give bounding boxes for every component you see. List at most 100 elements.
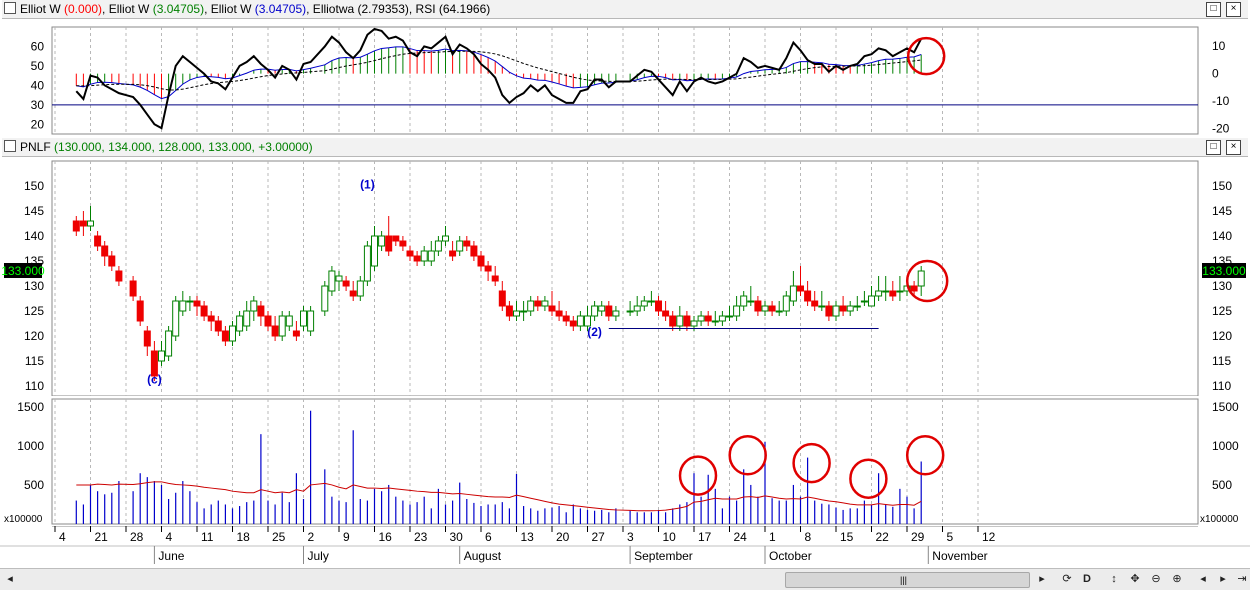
osc-right-tick: 10 [1212, 39, 1226, 53]
candle-body [747, 300, 755, 303]
candle-body [371, 235, 378, 267]
scroll-right-icon[interactable]: ▸ [1036, 571, 1048, 587]
candle-body [399, 240, 407, 247]
rsi-left-tick: 20 [31, 117, 45, 131]
candle-body [655, 300, 662, 312]
candle-body [605, 305, 613, 317]
osc-right-tick: 0 [1212, 67, 1219, 81]
candle-body [591, 305, 599, 317]
maximize-icon[interactable]: □ [1206, 2, 1221, 17]
candle-body [477, 255, 485, 267]
candle-body [527, 300, 535, 312]
candle-body [775, 310, 783, 313]
candle-body [697, 315, 705, 322]
osc-right-tick: -10 [1212, 94, 1230, 108]
price-right-tick: 125 [1212, 304, 1232, 318]
candle-body [548, 305, 556, 312]
day-label: 30 [450, 530, 464, 544]
candle-body [143, 330, 151, 347]
rsi-title-part: Elliot W [20, 2, 65, 16]
price-panel: PNLF (130.000, 134.000, 128.000, 133.000… [0, 138, 1250, 396]
axis-bg [0, 526, 1250, 568]
candle-body [229, 325, 236, 342]
candle-body [868, 295, 875, 307]
candle-body [740, 295, 748, 307]
move-icon[interactable]: ✥ [1129, 571, 1141, 587]
rsi-left-tick: 60 [31, 39, 45, 53]
osc-right-tick: -20 [1212, 122, 1230, 136]
rsi-panel: Elliot W (0.000), Elliot W (3.04705), El… [0, 0, 1250, 136]
candle-body [733, 305, 741, 317]
close-icon[interactable]: × [1226, 140, 1241, 155]
day-label: 25 [272, 530, 286, 544]
price-left-tick: 150 [24, 179, 44, 193]
price-chart: 150 150145 145140 140135 135130 130125 125120 1… [1, 160, 1246, 396]
resize-vertical-icon[interactable]: ↕ [1108, 571, 1120, 587]
candle-body [853, 305, 861, 308]
scrollbar-thumb[interactable]: ||| [785, 572, 1030, 588]
candle-body [683, 315, 691, 327]
price-right-tick: 140 [1212, 229, 1232, 243]
price-panel-title: PNLF (130.000, 134.000, 128.000, 133.000… [2, 138, 1248, 157]
candle-body [158, 350, 165, 362]
day-label: 13 [521, 530, 535, 544]
candle-body [782, 295, 790, 312]
candle-body [569, 320, 577, 327]
chart-scrollbar[interactable]: ◂ ||| ▸ ⟳ D ↕ ✥ ⊖ ⊕ ◂ ▸ ⇥ [0, 568, 1250, 590]
candle-body [612, 310, 620, 317]
candle-body [193, 300, 201, 307]
plot-frame [51, 160, 1199, 396]
volume-right-tick: 1000 [1212, 439, 1239, 453]
candle-body [79, 220, 87, 227]
next-icon[interactable]: ▸ [1217, 571, 1229, 587]
candle-body [427, 250, 435, 262]
candle-body [520, 310, 528, 313]
month-label: June [158, 549, 184, 563]
daily-icon[interactable]: D [1081, 571, 1093, 587]
prev-icon[interactable]: ◂ [1197, 571, 1209, 587]
close-icon[interactable]: × [1226, 2, 1241, 17]
candle-body [271, 325, 279, 337]
candle-body [910, 285, 918, 292]
candle-body [449, 250, 457, 257]
volume-left-tick: 1500 [17, 400, 44, 414]
panel-select-icon[interactable] [4, 2, 16, 14]
candle-body [513, 310, 520, 317]
volume-right-tick: 500 [1212, 478, 1232, 492]
candle-body [94, 235, 102, 247]
panel-select-icon[interactable] [4, 140, 16, 152]
day-label: 4 [59, 530, 66, 544]
candle-body [555, 310, 563, 317]
refresh-icon[interactable]: ⟳ [1060, 571, 1074, 587]
candle-body [882, 290, 890, 293]
zoom-out-icon[interactable]: ⊖ [1150, 571, 1162, 587]
maximize-icon[interactable]: □ [1206, 140, 1221, 155]
candle-body [662, 310, 670, 317]
candle-body [598, 305, 606, 312]
candle-body [200, 305, 208, 317]
volume-multiplier-right: x100000 [1200, 514, 1239, 525]
volume-right-tick: 1500 [1212, 400, 1239, 414]
price-left-tick: 115 [25, 354, 44, 368]
end-icon[interactable]: ⇥ [1236, 571, 1248, 587]
rsi-title-part: (3.04705) [152, 2, 205, 16]
day-label: 24 [734, 530, 748, 544]
candle-body [889, 290, 897, 297]
day-label: 17 [698, 530, 712, 544]
candle-body [136, 300, 144, 322]
day-label: 29 [911, 530, 925, 544]
rsi-left-tick: 50 [31, 59, 45, 73]
wave-label: (c) [147, 373, 162, 387]
date-axis: 4 21 28 4 11 18 25 2 9 16 23 30 6 13 20 27 3 10 17 24 1 8 15 22… [0, 526, 1250, 568]
day-label: 4 [166, 530, 173, 544]
price-right-tick: 130 [1212, 279, 1232, 293]
candle-body [165, 330, 173, 357]
candle-body [726, 315, 733, 318]
candle-body [839, 305, 847, 312]
candle-body [562, 315, 570, 322]
day-label: 20 [556, 530, 570, 544]
month-label: September [634, 549, 693, 563]
candle-body [278, 315, 286, 337]
scroll-left-icon[interactable]: ◂ [4, 571, 16, 587]
zoom-in-icon[interactable]: ⊕ [1171, 571, 1183, 587]
